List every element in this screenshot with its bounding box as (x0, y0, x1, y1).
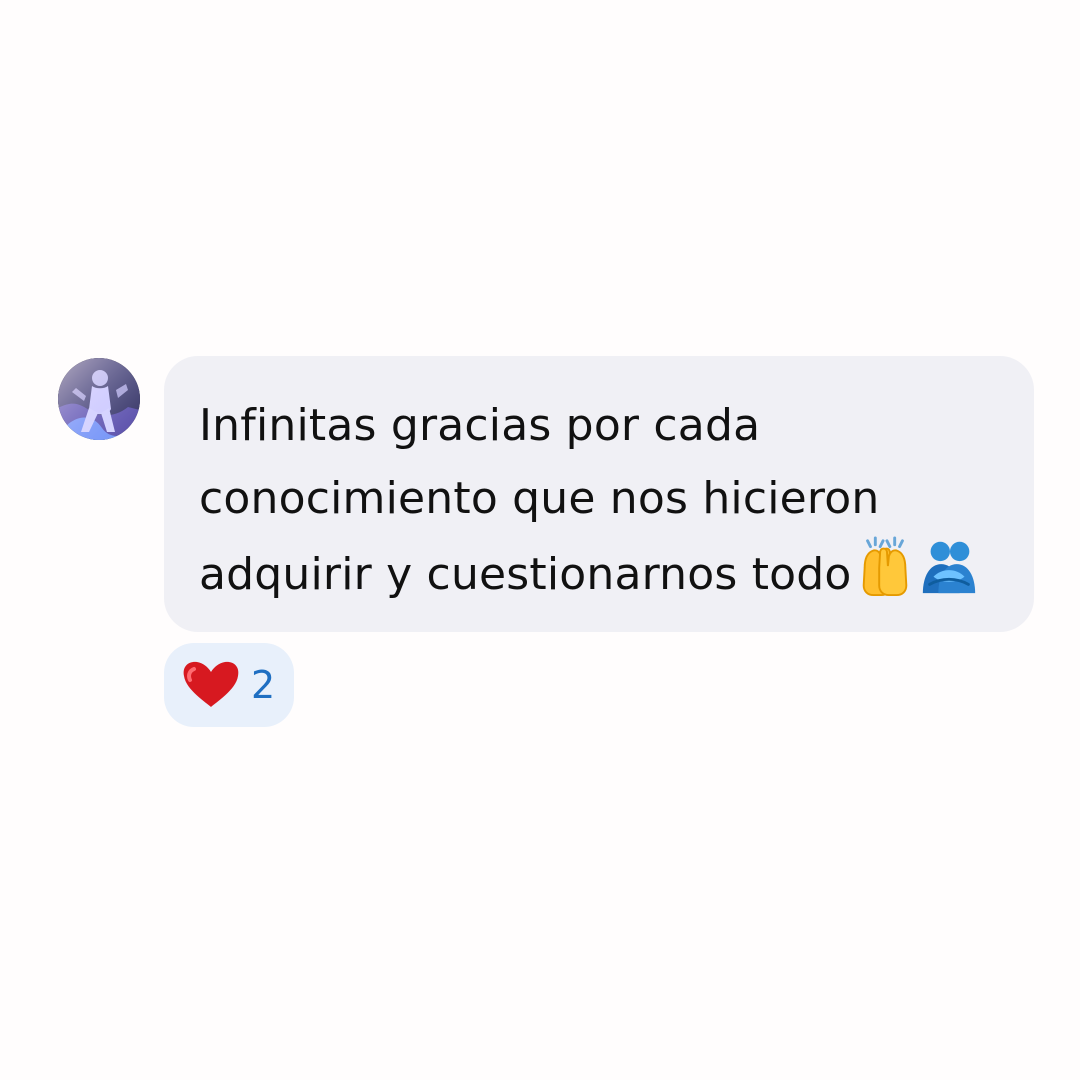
comment-text: Infinitas gracias por cada conocimiento … (199, 400, 880, 600)
reaction-summary[interactable]: 2 (164, 643, 294, 727)
reaction-count: 2 (251, 663, 276, 707)
people-hugging-icon (922, 541, 975, 594)
avatar-image-icon (58, 358, 140, 440)
raising-hands-icon (862, 536, 907, 597)
avatar[interactable] (58, 358, 140, 440)
heart-icon (183, 661, 239, 707)
comment-text-wrapper: Infinitas gracias por cada conocimiento … (199, 389, 1004, 611)
comment-bubble: Infinitas gracias por cada conocimiento … (164, 356, 1034, 632)
comment-thread-item: Infinitas gracias por cada conocimiento … (58, 356, 1048, 736)
